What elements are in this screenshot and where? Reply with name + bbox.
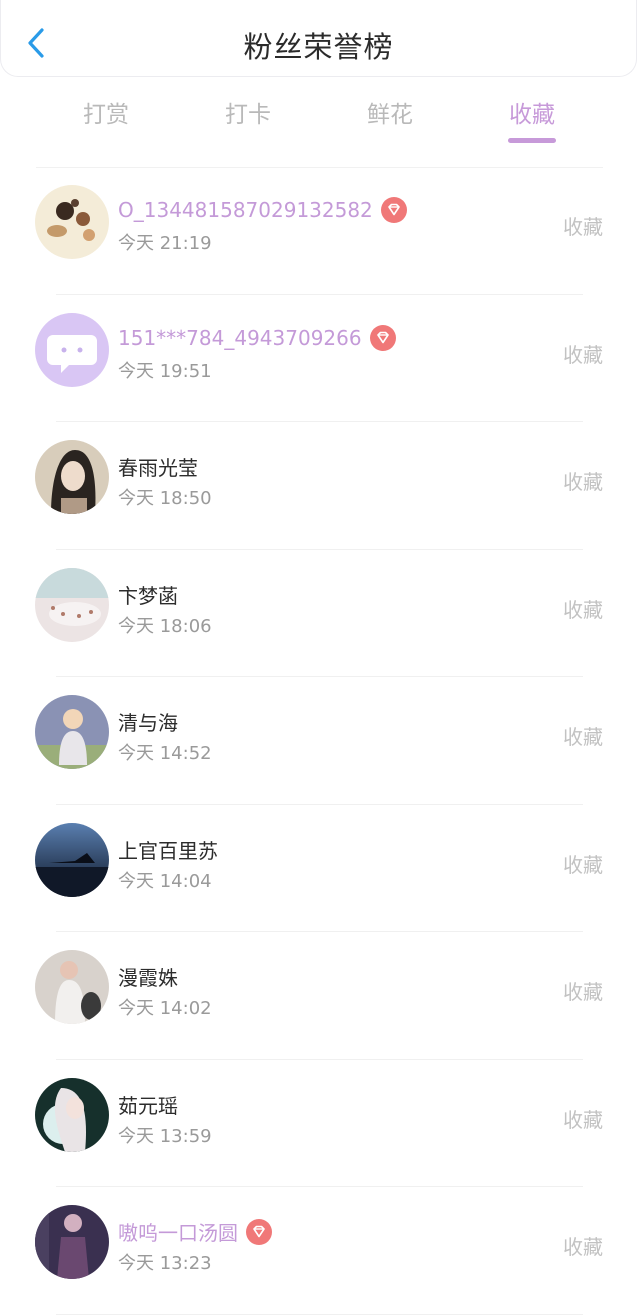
avatar[interactable] <box>35 822 109 897</box>
fan-row[interactable]: 清与海今天 14:52 收藏 <box>0 677 639 805</box>
fan-name: 嗷呜一口汤圆 <box>118 1221 238 1245</box>
fan-time: 今天 14:02 <box>118 998 212 1019</box>
fan-name: 卞梦菡 <box>118 583 178 608</box>
avatar[interactable] <box>35 312 109 387</box>
fan-action: 收藏 <box>563 597 603 622</box>
vip-diamond-icon <box>380 197 407 223</box>
tab-label: 打卡 <box>225 102 271 128</box>
fan-name-wrap: 151***784_4943709266 <box>118 324 396 351</box>
fan-name-wrap: O_134481587029132582 <box>118 197 407 223</box>
fan-row[interactable]: O_134481587029132582 今天 21:19 收藏 <box>0 167 639 295</box>
fan-name-wrap: 春雨光莹 <box>118 452 198 481</box>
tab-bar: 打赏 打卡 鲜花 收藏 <box>0 95 639 155</box>
fan-time: 今天 13:23 <box>118 1253 212 1274</box>
tab-label: 打赏 <box>83 102 129 128</box>
avatar[interactable] <box>35 185 109 259</box>
vip-diamond-icon <box>246 1218 272 1245</box>
fan-name: O_134481587029132582 <box>118 198 373 222</box>
fan-time: 今天 14:04 <box>118 870 212 892</box>
fan-row[interactable]: 卞梦菡今天 18:06 收藏 <box>0 550 639 677</box>
avatar[interactable] <box>35 567 109 642</box>
fan-action: 收藏 <box>563 470 603 494</box>
fan-action: 收藏 <box>563 1235 603 1259</box>
fan-action: 收藏 <box>563 852 603 877</box>
top-bar: 粉丝荣誉榜 <box>0 0 637 77</box>
fan-row[interactable]: 茹元瑶今天 13:59 收藏 <box>0 1060 639 1187</box>
fan-name: 春雨光莹 <box>118 456 198 480</box>
fan-time: 今天 21:19 <box>118 233 212 254</box>
fan-action: 收藏 <box>563 215 603 239</box>
page-title: 粉丝荣誉榜 <box>243 30 394 64</box>
fan-time: 今天 18:50 <box>118 488 212 509</box>
fan-time: 今天 19:51 <box>118 360 212 382</box>
fan-name: 151***784_4943709266 <box>118 325 362 350</box>
fan-name-wrap: 茹元瑶 <box>118 1090 178 1119</box>
avatar[interactable] <box>35 950 109 1024</box>
fan-row[interactable]: 春雨光莹今天 18:50 收藏 <box>0 422 639 550</box>
fan-name: 清与海 <box>118 711 178 735</box>
fan-time: 今天 14:52 <box>118 743 212 764</box>
fan-row[interactable]: 漫霞姝今天 14:02 收藏 <box>0 932 639 1060</box>
tab-label: 收藏 <box>509 102 555 128</box>
active-tab-indicator <box>508 138 556 143</box>
fan-name: 上官百里苏 <box>118 838 218 863</box>
fan-action: 收藏 <box>563 980 603 1004</box>
tab-label: 鲜花 <box>367 102 413 128</box>
avatar[interactable] <box>35 695 109 769</box>
fan-row[interactable]: 151***784_4943709266 今天 19:51 收藏 <box>0 295 639 422</box>
fan-name-wrap: 漫霞姝 <box>118 962 178 991</box>
fan-action: 收藏 <box>563 725 603 749</box>
fan-list: O_134481587029132582 今天 21:19 收藏 151***784_… <box>0 167 639 1315</box>
tab-favorites[interactable]: 收藏 <box>472 95 592 143</box>
fan-time: 今天 18:06 <box>118 615 212 637</box>
fan-name-wrap: 嗷呜一口汤圆 <box>118 1217 272 1246</box>
fan-name-wrap: 清与海 <box>118 707 178 736</box>
fan-name-wrap: 卞梦菡 <box>118 580 178 609</box>
fan-action: 收藏 <box>563 1107 603 1132</box>
tab-flowers[interactable]: 鲜花 <box>330 95 450 129</box>
tab-reward[interactable]: 打赏 <box>46 95 166 129</box>
fan-name-wrap: 上官百里苏 <box>118 835 218 864</box>
avatar[interactable] <box>35 1205 109 1279</box>
row-divider <box>56 1313 583 1315</box>
fan-name: 漫霞姝 <box>118 966 178 990</box>
fan-time: 今天 13:59 <box>118 1125 212 1147</box>
avatar[interactable] <box>35 1077 109 1152</box>
fan-row[interactable]: 上官百里苏今天 14:04 收藏 <box>0 805 639 932</box>
fan-name: 茹元瑶 <box>118 1093 178 1118</box>
fan-action: 收藏 <box>563 342 603 367</box>
vip-diamond-icon <box>369 324 396 351</box>
avatar[interactable] <box>35 440 109 514</box>
fan-row[interactable]: 嗷呜一口汤圆 今天 13:23 收藏 <box>0 1187 639 1315</box>
tab-checkin[interactable]: 打卡 <box>188 95 308 129</box>
